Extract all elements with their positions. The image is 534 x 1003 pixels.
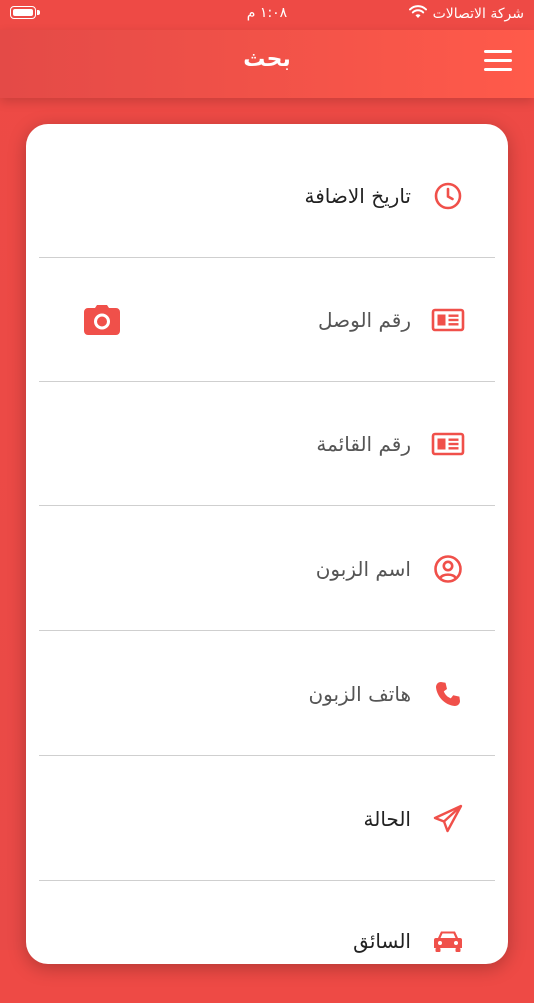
user-circle-icon bbox=[431, 552, 465, 586]
paper-plane-icon bbox=[431, 802, 465, 836]
field-label: رقم القائمة bbox=[316, 432, 411, 456]
search-field-date-added[interactable]: تاريخ الاضافة bbox=[39, 134, 495, 258]
camera-icon[interactable] bbox=[83, 304, 121, 336]
hamburger-menu-icon[interactable] bbox=[484, 50, 512, 74]
car-icon bbox=[431, 924, 465, 958]
search-field-customer-name[interactable]: اسم الزبون bbox=[39, 507, 495, 631]
search-card: تاريخ الاضافة رقم الوصل رقم القائمة اسم … bbox=[26, 124, 508, 964]
field-label: اسم الزبون bbox=[315, 557, 411, 581]
carrier-info: شركة الاتصالات bbox=[408, 5, 524, 23]
divider bbox=[39, 505, 495, 506]
search-field-customer-phone[interactable]: هاتف الزبون bbox=[39, 632, 495, 756]
clock-icon bbox=[431, 179, 465, 213]
carrier-name: شركة الاتصالات bbox=[432, 6, 524, 22]
divider bbox=[39, 755, 495, 756]
field-label: رقم الوصل bbox=[318, 308, 411, 332]
newspaper-icon bbox=[431, 303, 465, 337]
page-title: بحث bbox=[243, 47, 291, 72]
field-label: الحالة bbox=[363, 807, 411, 831]
newspaper-icon bbox=[431, 427, 465, 461]
search-field-receipt-number[interactable]: رقم الوصل bbox=[39, 258, 495, 382]
search-field-list-number[interactable]: رقم القائمة bbox=[39, 382, 495, 506]
divider bbox=[39, 630, 495, 631]
status-bar: ١:٠٨ م شركة الاتصالات bbox=[0, 0, 534, 30]
field-label: السائق bbox=[353, 929, 411, 953]
phone-icon bbox=[431, 677, 465, 711]
search-field-driver[interactable]: السائق bbox=[39, 879, 495, 1003]
wifi-icon bbox=[408, 5, 427, 23]
field-label: تاريخ الاضافة bbox=[304, 184, 411, 208]
field-label: هاتف الزبون bbox=[308, 682, 411, 706]
app-header: بحث bbox=[0, 30, 534, 98]
search-field-status[interactable]: الحالة bbox=[39, 757, 495, 881]
